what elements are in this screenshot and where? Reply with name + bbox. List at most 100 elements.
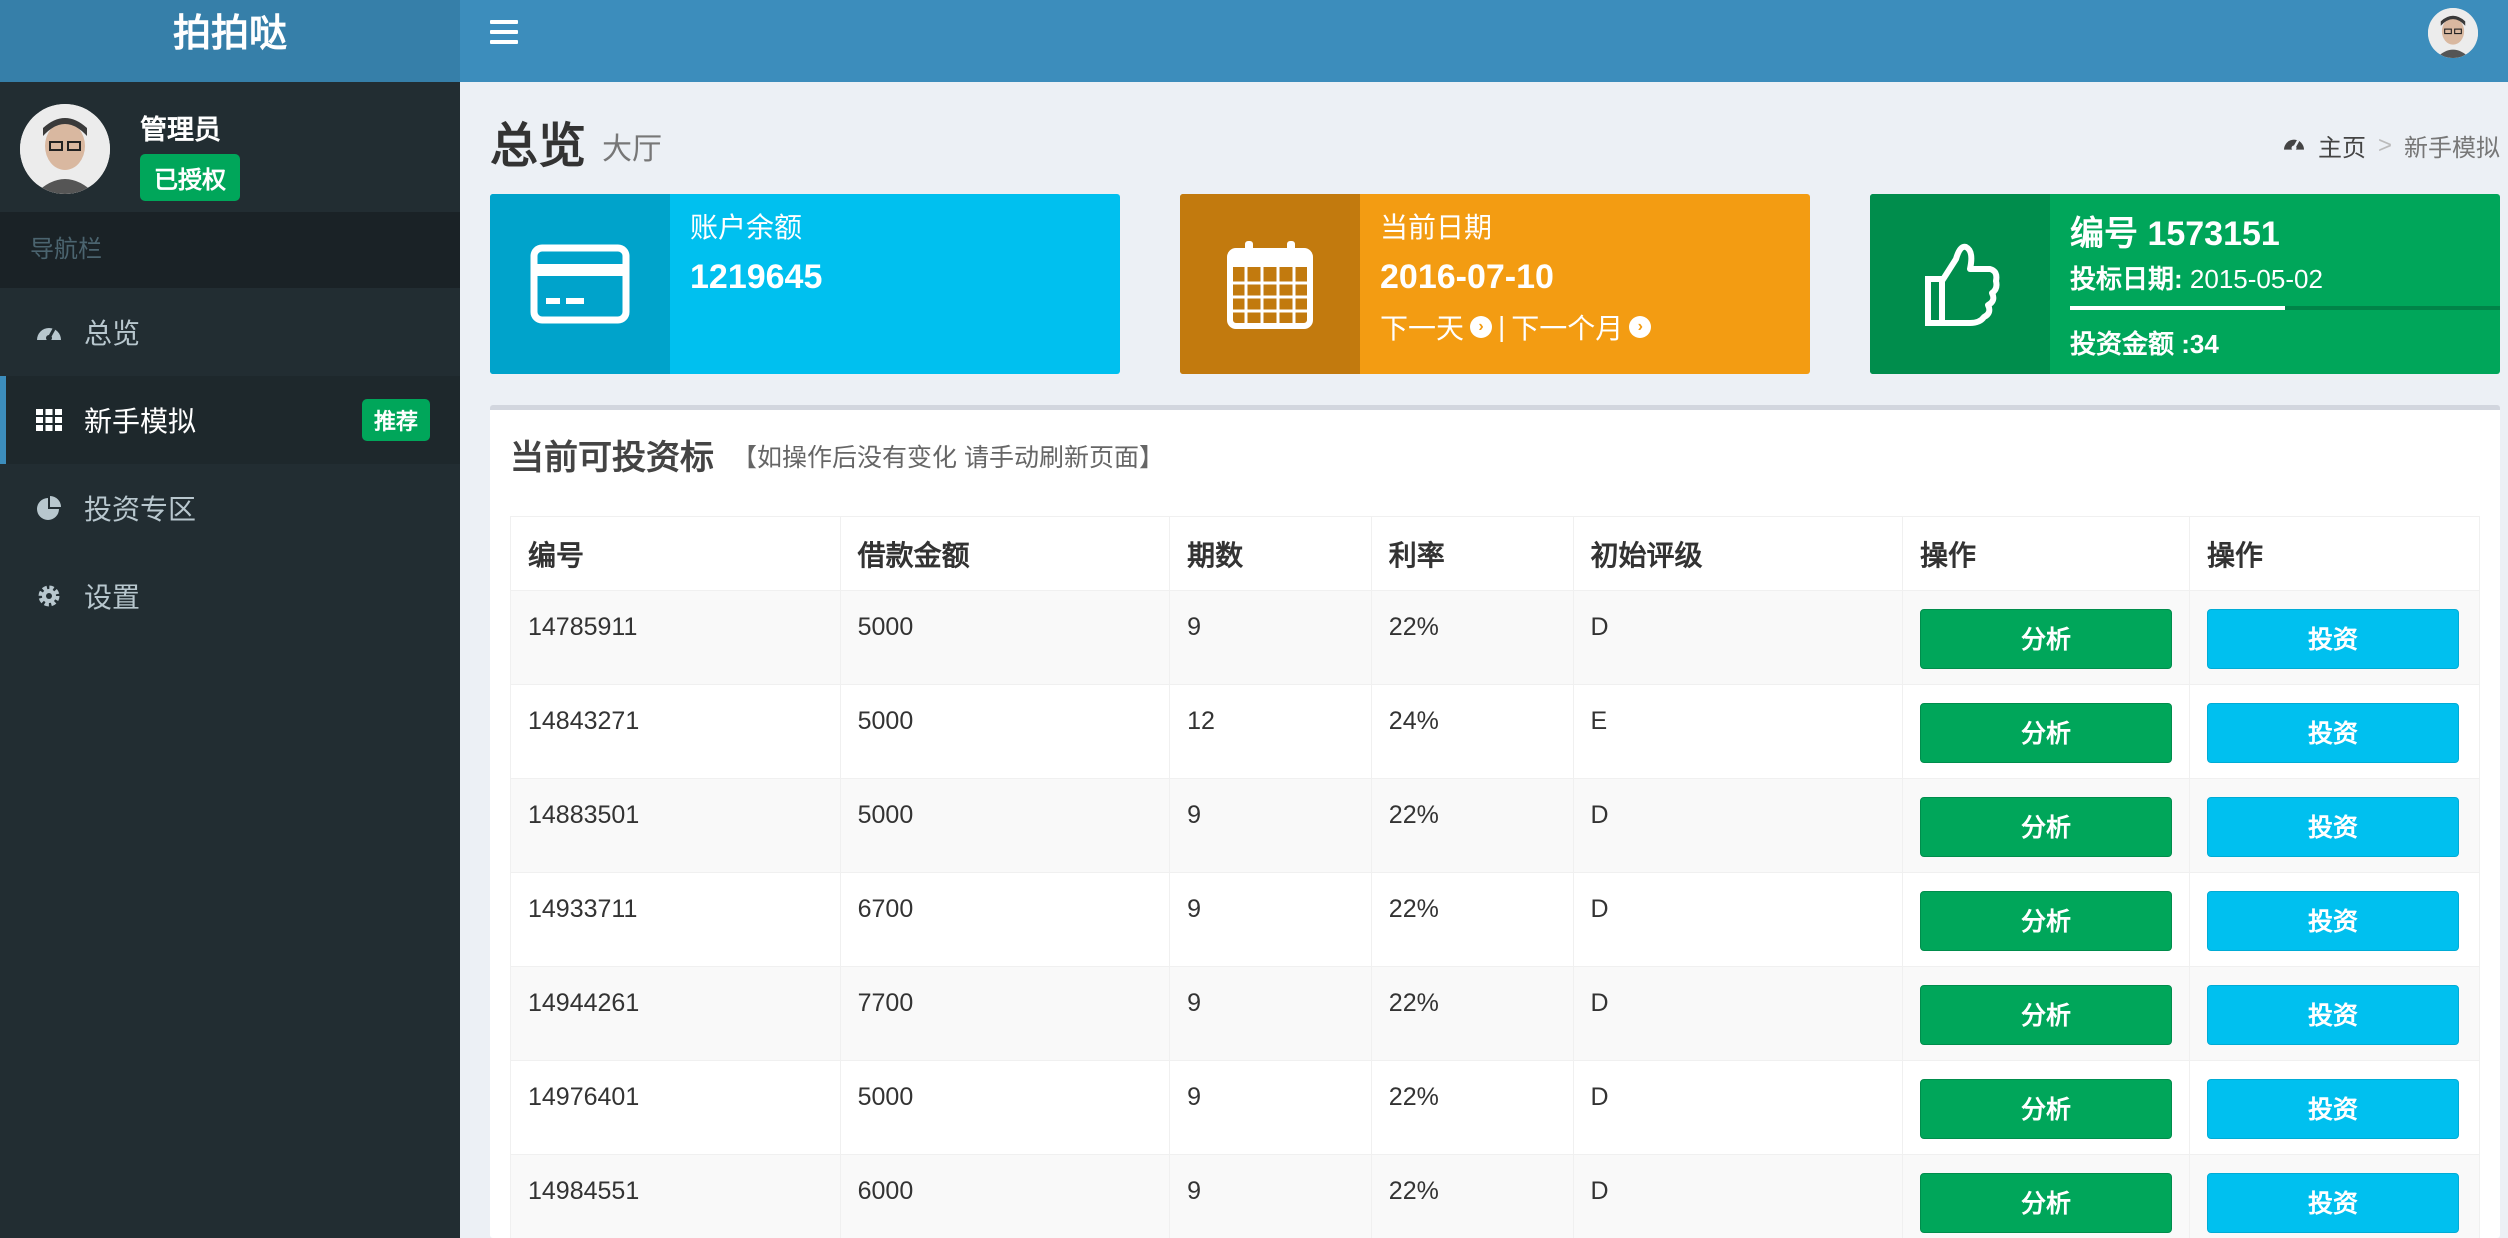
col-header-rate[interactable]: 利率 xyxy=(1370,516,1574,591)
analyze-button[interactable]: 分析 xyxy=(1919,985,2172,1045)
calendar-icon xyxy=(1180,194,1360,374)
cell-periods: 9 xyxy=(1169,1154,1372,1238)
avatar xyxy=(20,104,110,194)
col-header-amount[interactable]: 借款金额 xyxy=(839,516,1171,591)
cell-id: 14984551 xyxy=(510,1154,841,1238)
balance-infobox: 账户余额 1219645 xyxy=(490,194,1120,374)
date-infobox: 当前日期 2016-07-10 下一天 › | 下一个月 › xyxy=(1180,194,1810,374)
sidebar: 拍拍哒 管理员 已授权 导航栏 总览 新手模拟 推荐 投资专区 设置 xyxy=(0,0,460,1238)
loan-infobox: 编号 1573151 投标日期: 2015-05-02 投资金额 :34 xyxy=(1870,194,2500,374)
cell-id: 14843271 xyxy=(510,684,841,779)
table-header-row: 编号 借款金额 期数 利率 初始评级 操作 操作 xyxy=(510,516,2481,591)
credit-card-icon xyxy=(490,194,670,374)
app-logo[interactable]: 拍拍哒 xyxy=(0,0,460,82)
sidebar-item-novice-sim[interactable]: 新手模拟 推荐 xyxy=(0,376,460,464)
col-header-action-2: 操作 xyxy=(2188,516,2481,591)
cell-id: 14883501 xyxy=(510,778,841,873)
cell-rate: 22% xyxy=(1370,966,1574,1061)
breadcrumb: 主页 > 新手模拟 xyxy=(2282,128,2500,163)
analyze-button[interactable]: 分析 xyxy=(1919,609,2172,669)
breadcrumb-separator: > xyxy=(2377,131,2392,159)
analyze-button[interactable]: 分析 xyxy=(1919,703,2172,763)
col-header-action-1: 操作 xyxy=(1901,516,2190,591)
cell-amount: 6700 xyxy=(839,872,1171,967)
sidebar-item-label: 设置 xyxy=(84,582,141,613)
gear-icon xyxy=(34,581,64,611)
box-title: 当前可投资标 xyxy=(510,439,714,477)
cell-rating: D xyxy=(1572,1154,1903,1238)
user-avatar-menu[interactable] xyxy=(2428,8,2478,58)
cell-id: 14785911 xyxy=(510,590,841,685)
cell-periods: 9 xyxy=(1169,778,1372,873)
invest-button[interactable]: 投资 xyxy=(2206,985,2459,1045)
loan-progress-bar xyxy=(2070,306,2500,310)
cell-rating: D xyxy=(1572,1060,1903,1155)
dashboard-icon xyxy=(34,317,64,347)
cell-rate: 24% xyxy=(1370,684,1574,779)
cell-periods: 9 xyxy=(1169,590,1372,685)
analyze-button[interactable]: 分析 xyxy=(1919,1173,2172,1233)
cell-rate: 22% xyxy=(1370,590,1574,685)
date-label: 当前日期 xyxy=(1380,212,1493,243)
bid-date-label: 投标日期: xyxy=(2070,264,2183,294)
cell-amount: 5000 xyxy=(839,1060,1171,1155)
cell-rating: E xyxy=(1572,684,1903,779)
menu-toggle-icon[interactable] xyxy=(490,20,518,44)
user-panel: 管理员 已授权 xyxy=(0,82,460,212)
pie-chart-icon xyxy=(34,493,64,523)
invest-button[interactable]: 投资 xyxy=(2206,1079,2459,1139)
cell-rate: 22% xyxy=(1370,1060,1574,1155)
cell-amount: 5000 xyxy=(839,684,1171,779)
grid-icon xyxy=(34,405,64,435)
cell-rating: D xyxy=(1572,590,1903,685)
col-header-rating[interactable]: 初始评级 xyxy=(1572,516,1903,591)
table-row: 14843271 5000 12 24% E 分析 投资 xyxy=(510,684,2481,779)
next-month-link[interactable]: 下一个月 xyxy=(1511,307,1623,347)
analyze-button[interactable]: 分析 xyxy=(1919,1079,2172,1139)
page-title: 总览 xyxy=(490,120,587,173)
cell-rating: D xyxy=(1572,966,1903,1061)
investable-loans-box: 当前可投资标 【如操作后没有变化 请手动刷新页面】 编号 借款金额 期数 利率 … xyxy=(490,405,2500,1238)
arrow-right-circle-icon[interactable]: › xyxy=(1629,316,1652,338)
dashboard-icon xyxy=(2282,132,2306,160)
cell-amount: 7700 xyxy=(839,966,1171,1061)
invest-button[interactable]: 投资 xyxy=(2206,1173,2459,1233)
arrow-right-circle-icon[interactable]: › xyxy=(1470,316,1493,338)
table-row: 14976401 5000 9 22% D 分析 投资 xyxy=(510,1060,2481,1155)
link-divider: | xyxy=(1498,311,1506,342)
invest-button[interactable]: 投资 xyxy=(2206,609,2459,669)
sidebar-item-label: 新手模拟 xyxy=(84,406,197,437)
invest-button[interactable]: 投资 xyxy=(2206,891,2459,951)
analyze-button[interactable]: 分析 xyxy=(1919,891,2172,951)
balance-label: 账户余额 xyxy=(690,212,803,243)
sidebar-item-invest-zone[interactable]: 投资专区 xyxy=(0,464,460,552)
balance-value: 1219645 xyxy=(690,258,823,296)
invest-button[interactable]: 投资 xyxy=(2206,797,2459,857)
cell-rating: D xyxy=(1572,778,1903,873)
loan-id: 编号 1573151 xyxy=(2070,215,2280,253)
cell-rate: 22% xyxy=(1370,1154,1574,1238)
table-row: 14933711 6700 9 22% D 分析 投资 xyxy=(510,872,2481,967)
table-row: 14883501 5000 9 22% D 分析 投资 xyxy=(510,778,2481,873)
col-header-periods[interactable]: 期数 xyxy=(1169,516,1372,591)
sidebar-item-label: 投资专区 xyxy=(84,494,197,525)
breadcrumb-home-link[interactable]: 主页 xyxy=(2318,128,2366,163)
thumbs-up-icon xyxy=(1870,194,2050,374)
sidebar-item-label: 总览 xyxy=(84,318,141,349)
cell-id: 14944261 xyxy=(510,966,841,1061)
sidebar-item-settings[interactable]: 设置 xyxy=(0,552,460,640)
breadcrumb-current: 新手模拟 xyxy=(2404,135,2500,162)
col-header-id[interactable]: 编号 xyxy=(510,516,841,591)
cell-rating: D xyxy=(1572,872,1903,967)
cell-amount: 5000 xyxy=(839,590,1171,685)
cell-rate: 22% xyxy=(1370,778,1574,873)
cell-periods: 9 xyxy=(1169,872,1372,967)
date-value: 2016-07-10 xyxy=(1380,258,1554,296)
cell-periods: 9 xyxy=(1169,1060,1372,1155)
next-day-link[interactable]: 下一天 xyxy=(1380,307,1464,347)
analyze-button[interactable]: 分析 xyxy=(1919,797,2172,857)
invest-amount: 投资金额 :34 xyxy=(2070,329,2219,359)
invest-button[interactable]: 投资 xyxy=(2206,703,2459,763)
cell-amount: 5000 xyxy=(839,778,1171,873)
sidebar-item-overview[interactable]: 总览 xyxy=(0,288,460,376)
